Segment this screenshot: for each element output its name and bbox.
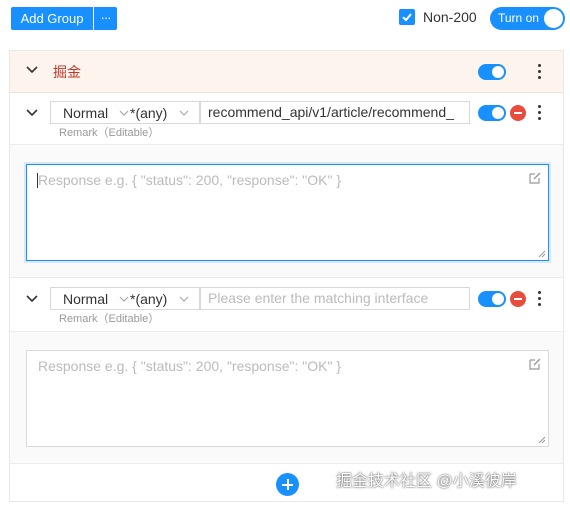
delete-icon[interactable] [510, 291, 526, 307]
rule-toggle[interactable] [478, 291, 506, 307]
group-header[interactable]: 掘金 [10, 51, 563, 93]
url-input[interactable]: Please enter the matching interface [200, 287, 470, 310]
chevron-down-icon [119, 110, 129, 116]
group-toggle[interactable] [478, 64, 506, 80]
group-kebab-icon[interactable] [535, 63, 545, 81]
chevron-down-icon[interactable] [25, 108, 39, 118]
toolbar: Add Group ··· Non-200 Turn on [0, 0, 570, 38]
switch-knob [544, 9, 563, 28]
response-placeholder: Response e.g. { "status": 200, "response… [38, 358, 341, 374]
add-group-button[interactable]: Add Group [11, 7, 93, 30]
rule-toggle[interactable] [478, 105, 506, 121]
response-textarea[interactable]: Response e.g. { "status": 200, "response… [26, 350, 549, 447]
toggle-knob [492, 66, 504, 78]
non200-label: Non-200 [423, 9, 477, 25]
chevron-down-icon [119, 296, 129, 302]
match-type-value: *(any) [130, 291, 168, 307]
method-select[interactable]: Normal *(any) [50, 101, 200, 124]
rule-row: Normal *(any) Please enter the matching … [10, 280, 563, 330]
method-value: Normal [63, 291, 109, 307]
group-title: 掘金 [53, 64, 81, 80]
edit-icon[interactable] [528, 171, 542, 185]
response-placeholder: Response e.g. { "status": 200, "response… [38, 172, 341, 188]
watermark-text: 掘金技术社区 @小溪彼岸 [336, 473, 517, 490]
method-value: Normal [63, 105, 109, 121]
resize-grip-icon[interactable] [538, 436, 546, 444]
rule-row: Normal *(any) recommend_api/v1/article/r… [10, 94, 563, 144]
response-textarea[interactable]: Response e.g. { "status": 200, "response… [26, 164, 549, 261]
turn-on-label: Turn on [498, 11, 539, 25]
chevron-down-icon[interactable] [25, 65, 39, 75]
response-section: Response e.g. { "status": 200, "response… [10, 144, 563, 278]
rule-kebab-icon[interactable] [535, 104, 545, 122]
check-icon [402, 13, 412, 22]
rule-kebab-icon[interactable] [535, 290, 545, 308]
method-select[interactable]: Normal *(any) [50, 287, 200, 310]
delete-icon[interactable] [510, 105, 526, 121]
chevron-down-icon[interactable] [25, 294, 39, 304]
more-options-button[interactable]: ··· [94, 7, 117, 30]
turn-on-switch[interactable]: Turn on [490, 7, 565, 30]
add-rule-button[interactable] [276, 473, 299, 496]
chevron-down-icon [179, 296, 189, 302]
edit-icon[interactable] [528, 357, 542, 371]
remark-text[interactable]: Remark（Editable） [59, 127, 159, 140]
toggle-knob [492, 293, 504, 305]
response-section: Response e.g. { "status": 200, "response… [10, 331, 563, 464]
chevron-down-icon [179, 110, 189, 116]
group-panel: 掘金 Normal *(any) recommend_api/v1/articl… [9, 50, 564, 502]
resize-grip-icon[interactable] [538, 250, 546, 258]
non200-checkbox[interactable] [399, 9, 415, 25]
toggle-knob [492, 107, 504, 119]
match-type-value: *(any) [130, 105, 168, 121]
url-input[interactable]: recommend_api/v1/article/recommend_ [200, 101, 470, 124]
remark-text[interactable]: Remark（Editable） [59, 313, 159, 326]
